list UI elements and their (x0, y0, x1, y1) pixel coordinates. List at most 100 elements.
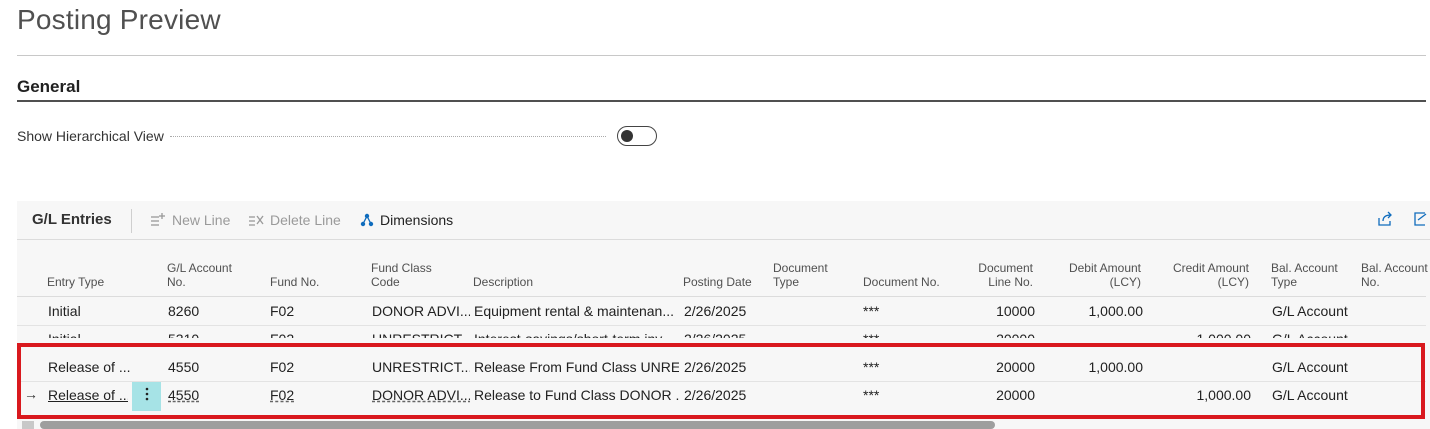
dimensions-label: Dimensions (380, 212, 454, 228)
cell-fund-no[interactable]: F02 (270, 387, 360, 403)
cell-document-line-no: 10000 (996, 303, 1035, 319)
gl-entries-title[interactable]: G/L Entries (32, 211, 112, 228)
new-line-icon (150, 213, 166, 227)
cell-description: Interest-savings/short-term inv... (474, 331, 673, 347)
horizontal-scrollbar-thumb[interactable] (40, 421, 995, 429)
cell-fund-no[interactable]: F02 (270, 359, 360, 375)
gl-entries-panel: G/L Entries New Line Delete Line Dimensi… (17, 201, 1430, 429)
col-header-gl-account-no[interactable]: G/L Account No. (167, 261, 232, 289)
toolbar-separator (131, 209, 132, 233)
cell-gl-account-no[interactable]: 5310 (168, 331, 258, 338)
cell-entry-type: Initial (48, 331, 81, 347)
cell-fund-no[interactable]: F02 (270, 331, 360, 338)
cell-posting-date: 2/26/2025 (684, 303, 747, 319)
col-header-credit-amount-line1: Credit Amount (1172, 261, 1249, 275)
delete-line-button[interactable]: Delete Line (248, 212, 341, 228)
cell-document-line-no: 20000 (996, 331, 1035, 347)
col-header-gl-account-no-line2: No. (167, 275, 186, 289)
cell-entry-type: Initial (48, 303, 81, 319)
new-line-button[interactable]: New Line (150, 212, 230, 228)
col-header-fund-no[interactable]: Fund No. (270, 275, 319, 289)
cell-gl-account-no[interactable]: 4550 (168, 359, 258, 375)
cell-document-line-no: 20000 (996, 359, 1035, 375)
cell-description: Release to Fund Class DONOR ... (474, 387, 679, 403)
cell-entry-type: Release of ... (48, 359, 131, 375)
col-header-fund-class-code-line1: Fund Class (371, 261, 432, 275)
cell-debit-amount: 1,000.00 (1088, 303, 1144, 319)
col-header-posting-date[interactable]: Posting Date (683, 275, 752, 289)
col-header-debit-amount-line1: Debit Amount (1068, 261, 1141, 275)
toggle-knob (621, 130, 633, 142)
col-header-document-no[interactable]: Document No. (863, 275, 940, 289)
cell-bal-account-type: G/L Account (1272, 359, 1348, 375)
cell-entry-type[interactable]: Release of ... (48, 387, 128, 403)
show-hierarchical-view-label: Show Hierarchical View (17, 128, 164, 144)
cell-fund-class-code[interactable]: DONOR ADVI... (372, 303, 470, 319)
dimensions-button[interactable]: Dimensions (360, 212, 453, 228)
table-row-selected[interactable]: Release of ... 4550 F02 DONOR ADVI... Re… (17, 381, 1426, 409)
col-header-document-line-no[interactable]: Document Line No. (943, 261, 1033, 289)
general-section-header[interactable]: General (17, 77, 80, 97)
col-header-document-type-line2: Type (773, 275, 800, 289)
more-vertical-icon (145, 387, 149, 406)
delete-line-label: Delete Line (270, 212, 341, 228)
share-icon[interactable] (1377, 211, 1393, 232)
title-divider (17, 55, 1426, 56)
cell-posting-date: 2/26/2025 (684, 331, 747, 347)
cell-description: Equipment rental & maintenan... (474, 303, 675, 319)
cell-gl-account-no[interactable]: 4550 (168, 387, 258, 403)
col-header-bal-account-no-line1: Bal. Account (1361, 261, 1428, 275)
field-leader-dots (170, 136, 606, 137)
col-header-bal-account-type[interactable]: Bal. Account Type (1271, 261, 1338, 289)
col-header-fund-class-code-line2: Code (371, 275, 400, 289)
cell-fund-class-code[interactable]: UNRESTRICT... (372, 331, 470, 338)
cell-posting-date: 2/26/2025 (684, 387, 747, 403)
dimensions-icon (360, 213, 374, 227)
horizontal-scrollbar-track[interactable] (22, 421, 34, 429)
table-row[interactable]: Initial 5310 F02 UNRESTRICT... Interest-… (17, 325, 1426, 353)
cell-document-no: *** (863, 387, 880, 403)
col-header-debit-amount-line2: (LCY) (1109, 275, 1141, 289)
row-actions-button[interactable] (132, 382, 161, 411)
selected-row-indicator: → (24, 386, 38, 402)
cell-bal-account-type: G/L Account (1272, 331, 1348, 347)
col-header-debit-amount[interactable]: Debit Amount (LCY) (1047, 261, 1141, 289)
col-header-fund-class-code[interactable]: Fund Class Code (371, 261, 432, 289)
col-header-gl-account-no-line1: G/L Account (167, 261, 232, 275)
cell-document-line-no: 20000 (996, 387, 1035, 403)
page-title: Posting Preview (17, 4, 221, 35)
cell-fund-class-code[interactable]: DONOR ADVI... (372, 387, 470, 403)
edit-list-icon[interactable] (1413, 211, 1427, 232)
cell-fund-no[interactable]: F02 (270, 303, 360, 319)
cell-document-no: *** (863, 359, 880, 375)
cell-credit-amount: 1,000.00 (1196, 387, 1252, 403)
cell-document-no: *** (863, 331, 880, 347)
cell-fund-class-code[interactable]: UNRESTRICT... (372, 359, 470, 375)
table-row[interactable]: Release of ... 4550 F02 UNRESTRICT... Re… (17, 353, 1426, 382)
delete-line-icon (248, 213, 264, 227)
cell-description: Release From Fund Class UNRE... (474, 359, 679, 375)
col-header-entry-type[interactable]: Entry Type (47, 275, 104, 289)
cell-debit-amount: 1,000.00 (1088, 359, 1144, 375)
col-header-document-type[interactable]: Document Type (773, 261, 828, 289)
show-hierarchical-view-toggle[interactable] (617, 126, 657, 146)
cell-gl-account-no[interactable]: 8260 (168, 303, 258, 319)
col-header-bal-account-no-line2: No. (1361, 275, 1380, 289)
col-header-bal-account-type-line2: Type (1271, 275, 1298, 289)
gl-entries-toolbar: G/L Entries New Line Delete Line Dimensi… (17, 201, 1430, 240)
cell-bal-account-type: G/L Account (1272, 387, 1348, 403)
general-section-divider (17, 100, 1426, 102)
col-header-description[interactable]: Description (473, 275, 533, 289)
col-header-bal-account-type-line1: Bal. Account (1271, 261, 1338, 275)
col-header-document-type-line1: Document (773, 261, 828, 275)
col-header-document-line-no-line2: Line No. (988, 275, 1033, 289)
cell-credit-amount: 1,000.00 (1196, 331, 1252, 347)
col-header-document-line-no-line1: Document (978, 261, 1033, 275)
table-row[interactable]: Initial 8260 F02 DONOR ADVI... Equipment… (17, 297, 1426, 326)
cell-posting-date: 2/26/2025 (684, 359, 747, 375)
cell-bal-account-type: G/L Account (1272, 303, 1348, 319)
col-header-credit-amount-line2: (LCY) (1217, 275, 1249, 289)
new-line-label: New Line (172, 212, 231, 228)
col-header-credit-amount[interactable]: Credit Amount (LCY) (1151, 261, 1249, 289)
col-header-bal-account-no[interactable]: Bal. Account No. (1361, 261, 1430, 289)
